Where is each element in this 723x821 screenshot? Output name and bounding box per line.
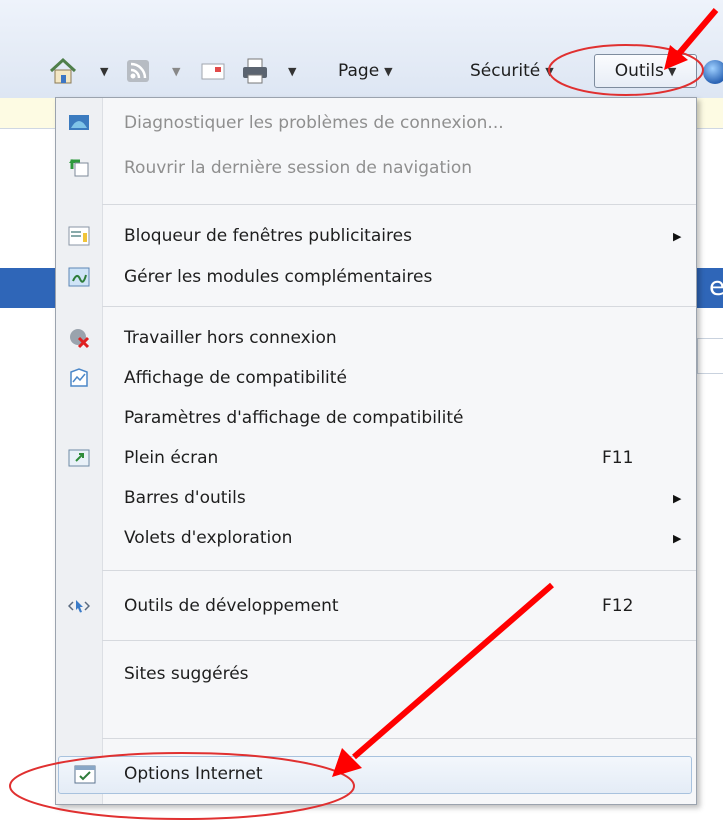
options-arrow-shaft — [352, 582, 554, 760]
options-highlight-ellipse — [9, 752, 355, 820]
annotation-overlay — [9, 8, 719, 820]
tools-arrow-shaft — [673, 8, 719, 59]
